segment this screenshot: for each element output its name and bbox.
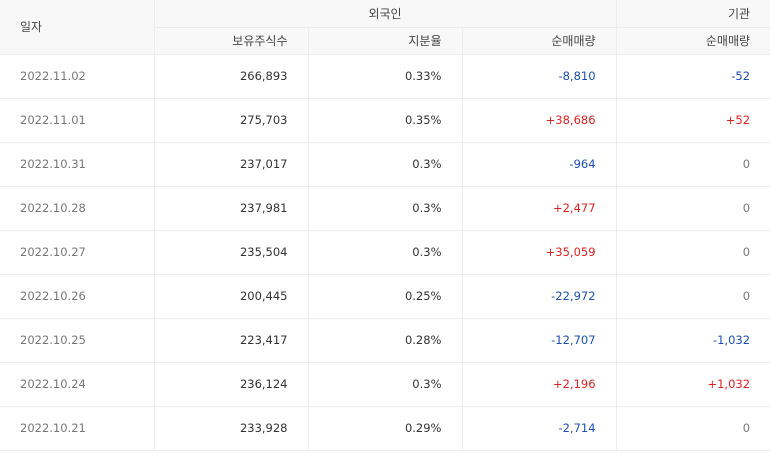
share-ratio-header: 지분율 bbox=[308, 26, 463, 54]
foreign-net-cell: -12,707 bbox=[462, 317, 617, 362]
foreign-group-header: 외국인 bbox=[154, 0, 617, 27]
foreign-net-cell: -22,972 bbox=[462, 273, 617, 318]
date-cell: 2022.11.01 bbox=[0, 97, 155, 142]
holding-cell: 200,445 bbox=[154, 273, 309, 318]
table-row: 2022.11.02 266,893 0.33% -8,810 -52 bbox=[0, 53, 771, 98]
ratio-cell: 0.29% bbox=[308, 405, 463, 451]
date-cell: 2022.10.21 bbox=[0, 405, 155, 451]
holding-cell: 266,893 bbox=[154, 53, 309, 98]
holding-cell: 236,124 bbox=[154, 361, 309, 406]
table-row: 2022.10.26 200,445 0.25% -22,972 0 bbox=[0, 273, 771, 318]
ratio-cell: 0.35% bbox=[308, 97, 463, 142]
foreign-net-cell: -8,810 bbox=[462, 53, 617, 98]
institution-net-cell: 0 bbox=[616, 405, 771, 451]
table-body: 2022.11.02 266,893 0.33% -8,810 -52 2022… bbox=[0, 53, 771, 451]
ratio-cell: 0.28% bbox=[308, 317, 463, 362]
ratio-cell: 0.3% bbox=[308, 361, 463, 406]
date-cell: 2022.11.02 bbox=[0, 53, 155, 98]
institution-net-cell: +1,032 bbox=[616, 361, 771, 406]
holding-cell: 235,504 bbox=[154, 229, 309, 274]
holding-shares-header: 보유주식수 bbox=[154, 26, 309, 54]
table-row: 2022.10.24 236,124 0.3% +2,196 +1,032 bbox=[0, 361, 771, 406]
date-cell: 2022.10.24 bbox=[0, 361, 155, 406]
foreign-net-cell: +2,477 bbox=[462, 185, 617, 230]
holding-cell: 233,928 bbox=[154, 405, 309, 451]
holding-cell: 223,417 bbox=[154, 317, 309, 362]
holding-cell: 237,981 bbox=[154, 185, 309, 230]
table-row: 2022.10.25 223,417 0.28% -12,707 -1,032 bbox=[0, 317, 771, 362]
date-column-header: 일자 bbox=[0, 0, 155, 54]
ratio-cell: 0.3% bbox=[308, 141, 463, 186]
holding-cell: 237,017 bbox=[154, 141, 309, 186]
foreign-net-header: 순매매량 bbox=[462, 26, 617, 54]
foreign-net-cell: +2,196 bbox=[462, 361, 617, 406]
institution-net-cell: -1,032 bbox=[616, 317, 771, 362]
institution-net-cell: 0 bbox=[616, 141, 771, 186]
date-cell: 2022.10.26 bbox=[0, 273, 155, 318]
ratio-cell: 0.3% bbox=[308, 229, 463, 274]
date-cell: 2022.10.25 bbox=[0, 317, 155, 362]
institution-net-cell: 0 bbox=[616, 185, 771, 230]
institution-net-cell: 0 bbox=[616, 273, 771, 318]
foreign-net-cell: -964 bbox=[462, 141, 617, 186]
foreign-net-cell: +35,059 bbox=[462, 229, 617, 274]
institution-net-header: 순매매량 bbox=[616, 26, 771, 54]
institution-group-header: 기관 bbox=[616, 0, 771, 27]
table-row: 2022.10.31 237,017 0.3% -964 0 bbox=[0, 141, 771, 186]
holding-cell: 275,703 bbox=[154, 97, 309, 142]
foreign-net-cell: +38,686 bbox=[462, 97, 617, 142]
date-cell: 2022.10.27 bbox=[0, 229, 155, 274]
ratio-cell: 0.3% bbox=[308, 185, 463, 230]
foreign-net-cell: -2,714 bbox=[462, 405, 617, 451]
investor-trading-table: 일자 외국인 기관 보유주식수 지분율 순매매량 순매매량 2022.11.02… bbox=[0, 0, 771, 451]
ratio-cell: 0.25% bbox=[308, 273, 463, 318]
table-header: 일자 외국인 기관 보유주식수 지분율 순매매량 순매매량 bbox=[0, 0, 771, 54]
institution-net-cell: -52 bbox=[616, 53, 771, 98]
table-row: 2022.10.27 235,504 0.3% +35,059 0 bbox=[0, 229, 771, 274]
table-row: 2022.11.01 275,703 0.35% +38,686 +52 bbox=[0, 97, 771, 142]
table-row: 2022.10.28 237,981 0.3% +2,477 0 bbox=[0, 185, 771, 230]
institution-net-cell: 0 bbox=[616, 229, 771, 274]
date-cell: 2022.10.31 bbox=[0, 141, 155, 186]
date-cell: 2022.10.28 bbox=[0, 185, 155, 230]
institution-net-cell: +52 bbox=[616, 97, 771, 142]
ratio-cell: 0.33% bbox=[308, 53, 463, 98]
table-row: 2022.10.21 233,928 0.29% -2,714 0 bbox=[0, 405, 771, 451]
